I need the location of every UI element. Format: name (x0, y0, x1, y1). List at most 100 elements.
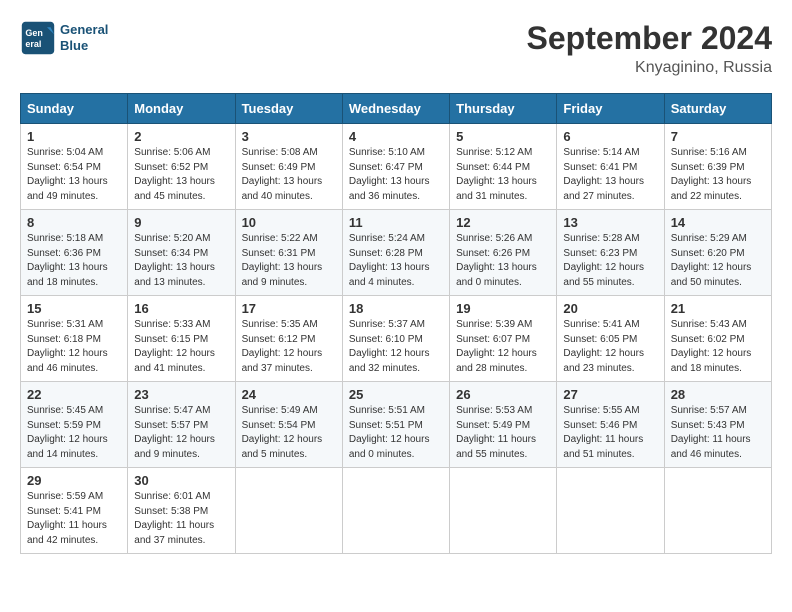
day-number: 26 (456, 387, 550, 402)
logo-line2: Blue (60, 38, 108, 54)
calendar-week-row: 22 Sunrise: 5:45 AMSunset: 5:59 PMDayligh… (21, 382, 772, 468)
calendar-cell: 21Sunrise: 5:43 AMSunset: 6:02 PMDayligh… (664, 296, 771, 382)
calendar-cell: 15 Sunrise: 5:31 AMSunset: 6:18 PMDayligh… (21, 296, 128, 382)
logo: Gen eral General Blue (20, 20, 108, 56)
day-number: 3 (242, 129, 336, 144)
calendar-cell: 13 Sunrise: 5:28 AMSunset: 6:23 PMDayligh… (557, 210, 664, 296)
cell-content: Sunrise: 5:41 AMSunset: 6:05 PMDaylight:… (563, 318, 657, 376)
day-number: 13 (563, 215, 657, 230)
day-number: 16 (134, 301, 228, 316)
day-number: 11 (349, 215, 443, 230)
calendar-cell: 26 Sunrise: 5:53 AMSunset: 5:49 PMDayligh… (450, 382, 557, 468)
page-header: Gen eral General Blue September 2024 Kny… (20, 20, 772, 77)
calendar-week-row: 15 Sunrise: 5:31 AMSunset: 6:18 PMDayligh… (21, 296, 772, 382)
calendar-cell: 30Sunrise: 6:01 AMSunset: 5:38 PMDayligh… (128, 468, 235, 554)
cell-content: Sunrise: 5:20 AMSunset: 6:34 PMDaylight:… (134, 232, 228, 290)
day-number: 15 (27, 301, 121, 316)
day-number: 9 (134, 215, 228, 230)
calendar-header-row: SundayMondayTuesdayWednesdayThursdayFrid… (21, 94, 772, 124)
cell-content: Sunrise: 5:28 AMSunset: 6:23 PMDaylight:… (563, 232, 657, 290)
cell-content: Sunrise: 5:31 AMSunset: 6:18 PMDaylight:… (27, 318, 121, 376)
weekday-header: Tuesday (235, 94, 342, 124)
weekday-header: Monday (128, 94, 235, 124)
calendar-cell: 18 Sunrise: 5:37 AMSunset: 6:10 PMDayligh… (342, 296, 449, 382)
calendar-cell (450, 468, 557, 554)
calendar-cell: 25Sunrise: 5:51 AMSunset: 5:51 PMDayligh… (342, 382, 449, 468)
cell-content: Sunrise: 5:04 AMSunset: 6:54 PMDaylight:… (27, 146, 121, 204)
calendar-cell: 16 Sunrise: 5:33 AMSunset: 6:15 PMDayligh… (128, 296, 235, 382)
day-number: 14 (671, 215, 765, 230)
day-number: 17 (242, 301, 336, 316)
cell-content: Sunrise: 5:55 AMSunset: 5:46 PMDaylight:… (563, 404, 657, 462)
cell-content: Sunrise: 5:47 AMSunset: 5:57 PMDaylight:… (134, 404, 228, 462)
calendar-cell: 10Sunrise: 5:22 AMSunset: 6:31 PMDayligh… (235, 210, 342, 296)
calendar-cell: 28 Sunrise: 5:57 AMSunset: 5:43 PMDayligh… (664, 382, 771, 468)
cell-content: Sunrise: 5:39 AMSunset: 6:07 PMDaylight:… (456, 318, 550, 376)
location-title: Knyaginino, Russia (527, 59, 772, 77)
day-number: 28 (671, 387, 765, 402)
svg-text:eral: eral (25, 39, 41, 49)
day-number: 5 (456, 129, 550, 144)
calendar-cell: 11 Sunrise: 5:24 AMSunset: 6:28 PMDayligh… (342, 210, 449, 296)
day-number: 1 (27, 129, 121, 144)
calendar-cell (235, 468, 342, 554)
cell-content: Sunrise: 5:33 AMSunset: 6:15 PMDaylight:… (134, 318, 228, 376)
svg-text:Gen: Gen (25, 28, 43, 38)
cell-content: Sunrise: 5:37 AMSunset: 6:10 PMDaylight:… (349, 318, 443, 376)
calendar-cell (664, 468, 771, 554)
cell-content: Sunrise: 5:10 AMSunset: 6:47 PMDaylight:… (349, 146, 443, 204)
calendar-cell: 4 Sunrise: 5:10 AMSunset: 6:47 PMDaylight… (342, 124, 449, 210)
day-number: 27 (563, 387, 657, 402)
cell-content: Sunrise: 5:24 AMSunset: 6:28 PMDaylight:… (349, 232, 443, 290)
cell-content: Sunrise: 5:26 AMSunset: 6:26 PMDaylight:… (456, 232, 550, 290)
calendar-cell: 7Sunrise: 5:16 AMSunset: 6:39 PMDaylight… (664, 124, 771, 210)
calendar-cell: 27 Sunrise: 5:55 AMSunset: 5:46 PMDayligh… (557, 382, 664, 468)
cell-content: Sunrise: 5:29 AMSunset: 6:20 PMDaylight:… (671, 232, 765, 290)
calendar-cell: 5 Sunrise: 5:12 AMSunset: 6:44 PMDaylight… (450, 124, 557, 210)
cell-content: Sunrise: 5:08 AMSunset: 6:49 PMDaylight:… (242, 146, 336, 204)
cell-content: Sunrise: 5:22 AMSunset: 6:31 PMDaylight:… (242, 232, 336, 290)
cell-content: Sunrise: 5:49 AMSunset: 5:54 PMDaylight:… (242, 404, 336, 462)
day-number: 20 (563, 301, 657, 316)
cell-content: Sunrise: 5:12 AMSunset: 6:44 PMDaylight:… (456, 146, 550, 204)
calendar-cell: 2Sunrise: 5:06 AMSunset: 6:52 PMDaylight… (128, 124, 235, 210)
calendar-cell: 6 Sunrise: 5:14 AMSunset: 6:41 PMDaylight… (557, 124, 664, 210)
cell-content: Sunrise: 5:59 AMSunset: 5:41 PMDaylight:… (27, 490, 121, 548)
month-title: September 2024 (527, 20, 772, 57)
day-number: 24 (242, 387, 336, 402)
logo-line1: General (60, 22, 108, 38)
day-number: 19 (456, 301, 550, 316)
cell-content: Sunrise: 5:53 AMSunset: 5:49 PMDaylight:… (456, 404, 550, 462)
day-number: 12 (456, 215, 550, 230)
day-number: 22 (27, 387, 121, 402)
calendar-cell: 12 Sunrise: 5:26 AMSunset: 6:26 PMDayligh… (450, 210, 557, 296)
logo-text: General Blue (60, 22, 108, 53)
calendar-cell: 24 Sunrise: 5:49 AMSunset: 5:54 PMDayligh… (235, 382, 342, 468)
day-number: 21 (671, 301, 765, 316)
day-number: 7 (671, 129, 765, 144)
day-number: 4 (349, 129, 443, 144)
calendar-cell: 19 Sunrise: 5:39 AMSunset: 6:07 PMDayligh… (450, 296, 557, 382)
calendar-week-row: 1 Sunrise: 5:04 AMSunset: 6:54 PMDaylight… (21, 124, 772, 210)
cell-content: Sunrise: 5:45 AMSunset: 5:59 PMDaylight:… (27, 404, 121, 462)
weekday-header: Wednesday (342, 94, 449, 124)
calendar-cell: 8Sunrise: 5:18 AMSunset: 6:36 PMDaylight… (21, 210, 128, 296)
calendar-week-row: 29Sunrise: 5:59 AMSunset: 5:41 PMDayligh… (21, 468, 772, 554)
weekday-header: Saturday (664, 94, 771, 124)
day-number: 25 (349, 387, 443, 402)
calendar-week-row: 8Sunrise: 5:18 AMSunset: 6:36 PMDaylight… (21, 210, 772, 296)
day-number: 30 (134, 473, 228, 488)
calendar-table: SundayMondayTuesdayWednesdayThursdayFrid… (20, 93, 772, 554)
day-number: 18 (349, 301, 443, 316)
cell-content: Sunrise: 5:57 AMSunset: 5:43 PMDaylight:… (671, 404, 765, 462)
calendar-cell: 3 Sunrise: 5:08 AMSunset: 6:49 PMDaylight… (235, 124, 342, 210)
weekday-header: Sunday (21, 94, 128, 124)
weekday-header: Thursday (450, 94, 557, 124)
day-number: 6 (563, 129, 657, 144)
calendar-cell: 17Sunrise: 5:35 AMSunset: 6:12 PMDayligh… (235, 296, 342, 382)
calendar-cell: 9 Sunrise: 5:20 AMSunset: 6:34 PMDaylight… (128, 210, 235, 296)
calendar-cell: 14 Sunrise: 5:29 AMSunset: 6:20 PMDayligh… (664, 210, 771, 296)
cell-content: Sunrise: 5:14 AMSunset: 6:41 PMDaylight:… (563, 146, 657, 204)
cell-content: Sunrise: 5:06 AMSunset: 6:52 PMDaylight:… (134, 146, 228, 204)
calendar-cell: 23Sunrise: 5:47 AMSunset: 5:57 PMDayligh… (128, 382, 235, 468)
